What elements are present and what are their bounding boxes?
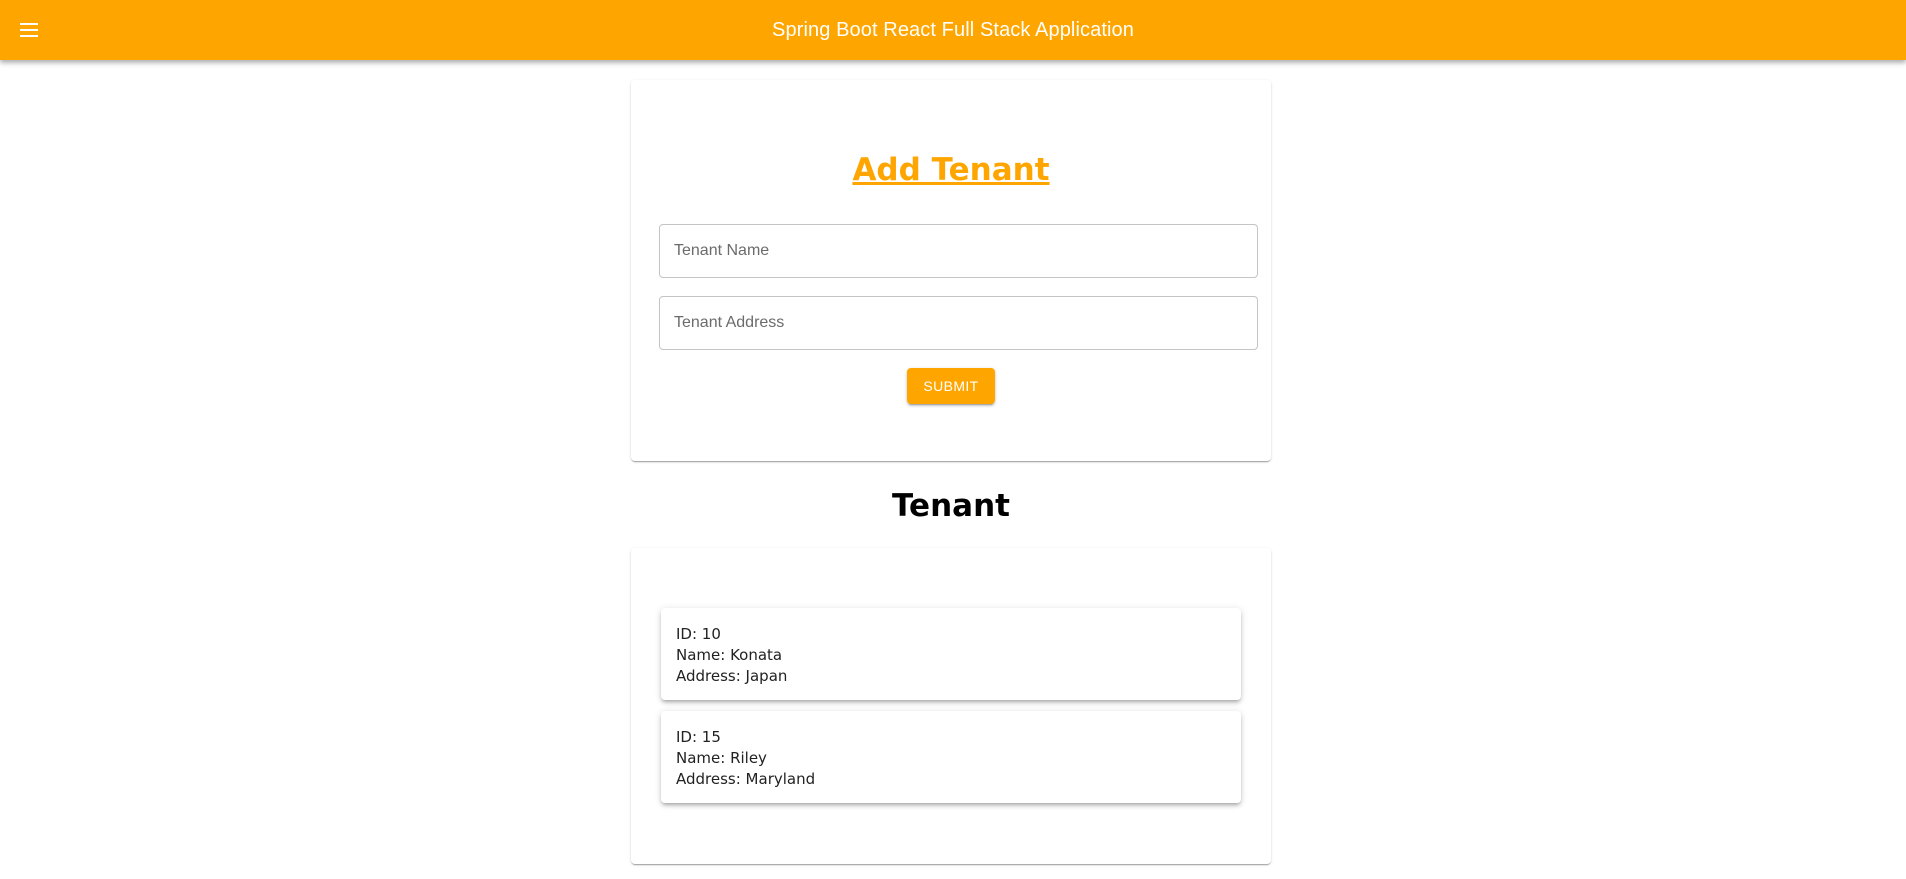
app-title: Spring Boot React Full Stack Application (772, 18, 1134, 41)
tenant-name: Name: Riley (676, 749, 767, 767)
tenant-list-card (631, 548, 1271, 864)
menu-icon (20, 23, 38, 37)
tenant-section-heading: Tenant (892, 488, 1010, 524)
add-tenant-title: Add Tenant (852, 152, 1050, 188)
tenant-card: ID: 10 Name: Konata Address: Japan (661, 608, 1241, 700)
menu-button[interactable] (14, 14, 46, 46)
tenant-id: ID: 10 (676, 625, 721, 643)
tenant-id: ID: 15 (676, 728, 721, 746)
tenant-address-input[interactable] (659, 296, 1258, 350)
tenant-address: Address: Maryland (676, 770, 816, 788)
tenant-name-input[interactable] (659, 224, 1258, 278)
app-bar: Spring Boot React Full Stack Application (0, 0, 1906, 60)
tenant-name: Name: Konata (676, 646, 783, 664)
tenant-card: ID: 15 Name: Riley Address: Maryland (661, 711, 1241, 803)
submit-button[interactable]: SUBMIT (907, 368, 995, 404)
tenant-address: Address: Japan (676, 667, 788, 685)
